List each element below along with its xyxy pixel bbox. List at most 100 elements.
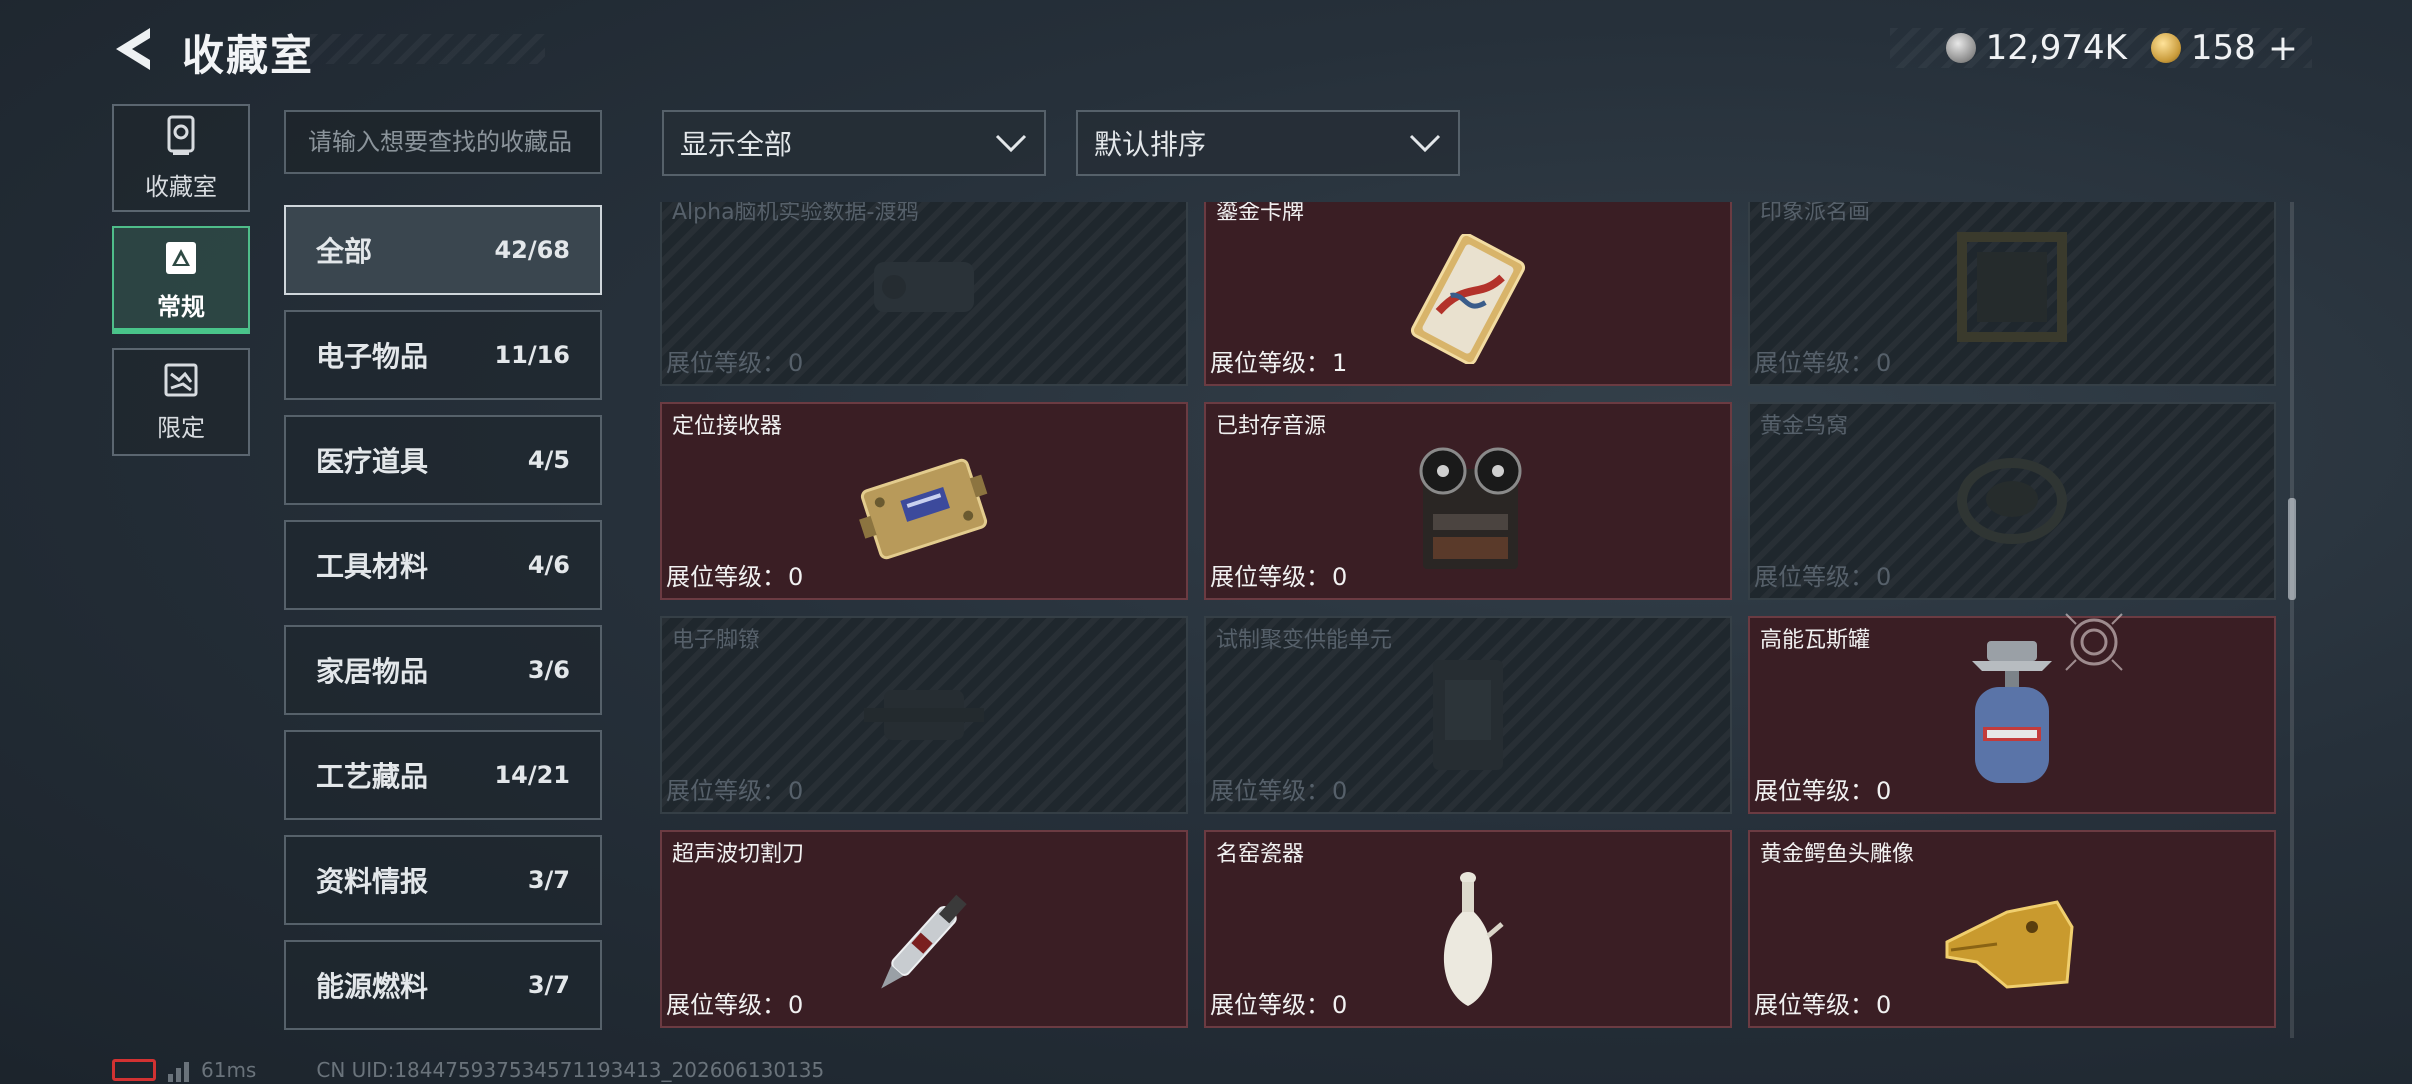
back-button[interactable] <box>110 24 156 74</box>
collection-card[interactable]: 鎏金卡牌 展位等级：1 <box>1204 202 1732 386</box>
currency-bar: 12,974K 158 + <box>1890 28 2312 69</box>
collection-card[interactable]: 黄金鳄鱼头雕像 展位等级：0 <box>1748 830 2276 1028</box>
level-label: 展位等级： <box>1210 777 1330 805</box>
category-item-crafts[interactable]: 工艺藏品 14/21 <box>284 730 602 820</box>
item-level: 展位等级：0 <box>1754 771 1891 806</box>
level-label: 展位等级： <box>1210 349 1330 377</box>
level-label: 展位等级： <box>1754 777 1874 805</box>
add-currency-button[interactable]: + <box>2268 28 2298 69</box>
search-input[interactable] <box>286 112 600 172</box>
item-name: 名窑瓷器 <box>1216 842 1305 867</box>
grid-scrollbar[interactable] <box>2290 202 2294 1038</box>
collection-card[interactable]: 高能瓦斯罐 展位等级：0 <box>1748 616 2276 814</box>
item-name: 试制聚变供能单元 <box>1216 628 1393 653</box>
category-item-household[interactable]: 家居物品 3/6 <box>284 625 602 715</box>
ankle-monitor-icon <box>864 690 984 740</box>
level-label: 展位等级： <box>666 349 786 377</box>
item-name: 鎏金卡牌 <box>1216 202 1305 225</box>
side-tab-label: 限定 <box>157 413 205 442</box>
level-value: 1 <box>1332 349 1348 377</box>
item-name: 高能瓦斯罐 <box>1760 628 1871 653</box>
sort-dropdown[interactable]: 默认排序 <box>1076 110 1460 176</box>
level-label: 展位等级： <box>1754 991 1874 1019</box>
collection-card[interactable]: 试制聚变供能单元 展位等级：0 <box>1204 616 1732 814</box>
target-ring-icon <box>2065 613 2123 671</box>
category-item-tools[interactable]: 工具材料 4/6 <box>284 520 602 610</box>
search-box <box>284 110 602 174</box>
gold-currency-value: 158 <box>2190 28 2256 68</box>
ping-value: 61ms <box>201 1058 257 1082</box>
category-count: 42/68 <box>494 236 570 264</box>
item-level: 展位等级：0 <box>666 985 803 1020</box>
level-label: 展位等级： <box>1210 991 1330 1019</box>
category-item-all[interactable]: 全部 42/68 <box>284 205 602 295</box>
item-level: 展位等级：0 <box>1754 985 1891 1020</box>
category-item-energy[interactable]: 能源燃料 3/7 <box>284 940 602 1030</box>
display-filter-dropdown[interactable]: 显示全部 <box>662 110 1046 176</box>
display-filter-value: 显示全部 <box>680 128 793 161</box>
collection-card[interactable]: 已封存音源 展位等级：0 <box>1204 402 1732 600</box>
side-tab-regular[interactable]: 常规 <box>112 226 250 334</box>
level-label: 展位等级： <box>666 777 786 805</box>
brain-data-icon <box>874 262 974 312</box>
level-value: 0 <box>1876 349 1892 377</box>
level-label: 展位等级： <box>666 991 786 1019</box>
title-decoration <box>310 34 545 64</box>
reel-recorder-icon <box>1419 447 1522 569</box>
level-value: 0 <box>1876 777 1892 805</box>
category-count: 14/21 <box>494 761 570 789</box>
category-name: 电子物品 <box>316 340 429 373</box>
silver-currency-value: 12,974K <box>1985 28 2127 68</box>
card-icon <box>166 241 196 274</box>
level-value: 0 <box>1876 991 1892 1019</box>
level-value: 0 <box>1332 991 1348 1019</box>
category-count: 3/7 <box>527 971 570 999</box>
collection-card[interactable]: 印象派名画 展位等级：0 <box>1748 202 2276 386</box>
category-name: 工具材料 <box>316 550 429 583</box>
category-count: 3/6 <box>527 656 570 684</box>
category-item-medical[interactable]: 医疗道具 4/5 <box>284 415 602 505</box>
collection-card[interactable]: Alpha脑机实验数据-渡鸦 展位等级：0 <box>660 202 1188 386</box>
category-name: 家居物品 <box>316 655 429 688</box>
category-item-intel[interactable]: 资料情报 3/7 <box>284 835 602 925</box>
item-name: 电子脚镣 <box>672 628 761 653</box>
scrollbar-thumb[interactable] <box>2288 498 2296 600</box>
silver-coin-icon <box>1945 33 1976 63</box>
category-count: 3/7 <box>527 866 570 894</box>
side-tab-collection-room[interactable]: 收藏室 <box>112 104 250 212</box>
item-name: 超声波切割刀 <box>672 842 805 867</box>
level-label: 展位等级： <box>1210 563 1330 591</box>
item-level: 展位等级：0 <box>1210 985 1347 1020</box>
ultrasonic-knife-icon <box>881 894 967 989</box>
collection-card[interactable]: 黄金鸟窝 展位等级：0 <box>1748 402 2276 600</box>
category-name: 能源燃料 <box>316 970 429 1003</box>
gilded-card-icon <box>1410 233 1526 364</box>
sort-value: 默认排序 <box>1094 128 1207 161</box>
collection-card[interactable]: 名窑瓷器 展位等级：0 <box>1204 830 1732 1028</box>
gold-coin-icon <box>2150 33 2181 63</box>
level-value: 0 <box>788 349 804 377</box>
gps-receiver-icon <box>859 458 988 559</box>
collection-card[interactable]: 超声波切割刀 展位等级：0 <box>660 830 1188 1028</box>
item-level: 展位等级：0 <box>1210 557 1347 592</box>
gold-crocodile-icon <box>1945 900 2074 989</box>
map-icon <box>164 363 198 396</box>
collection-card[interactable]: 定位接收器 展位等级：0 <box>660 402 1188 600</box>
category-name: 资料情报 <box>316 865 429 898</box>
battery-icon <box>112 1059 156 1081</box>
item-name: Alpha脑机实验数据-渡鸦 <box>672 202 919 225</box>
signal-icon <box>168 1058 189 1082</box>
side-tab-label: 收藏室 <box>145 172 217 201</box>
chevron-down-icon <box>995 134 1027 153</box>
trophy-icon <box>167 115 195 155</box>
level-label: 展位等级： <box>1754 349 1874 377</box>
fusion-cell-icon <box>1433 660 1503 770</box>
collection-card[interactable]: 电子脚镣 展位等级：0 <box>660 616 1188 814</box>
side-tab-limited[interactable]: 限定 <box>112 348 250 456</box>
category-name: 全部 <box>316 235 373 268</box>
item-level: 展位等级：0 <box>1210 771 1347 806</box>
level-value: 0 <box>1332 777 1348 805</box>
category-item-electronics[interactable]: 电子物品 11/16 <box>284 310 602 400</box>
item-level: 展位等级：0 <box>1754 343 1891 378</box>
item-level: 展位等级：0 <box>666 771 803 806</box>
